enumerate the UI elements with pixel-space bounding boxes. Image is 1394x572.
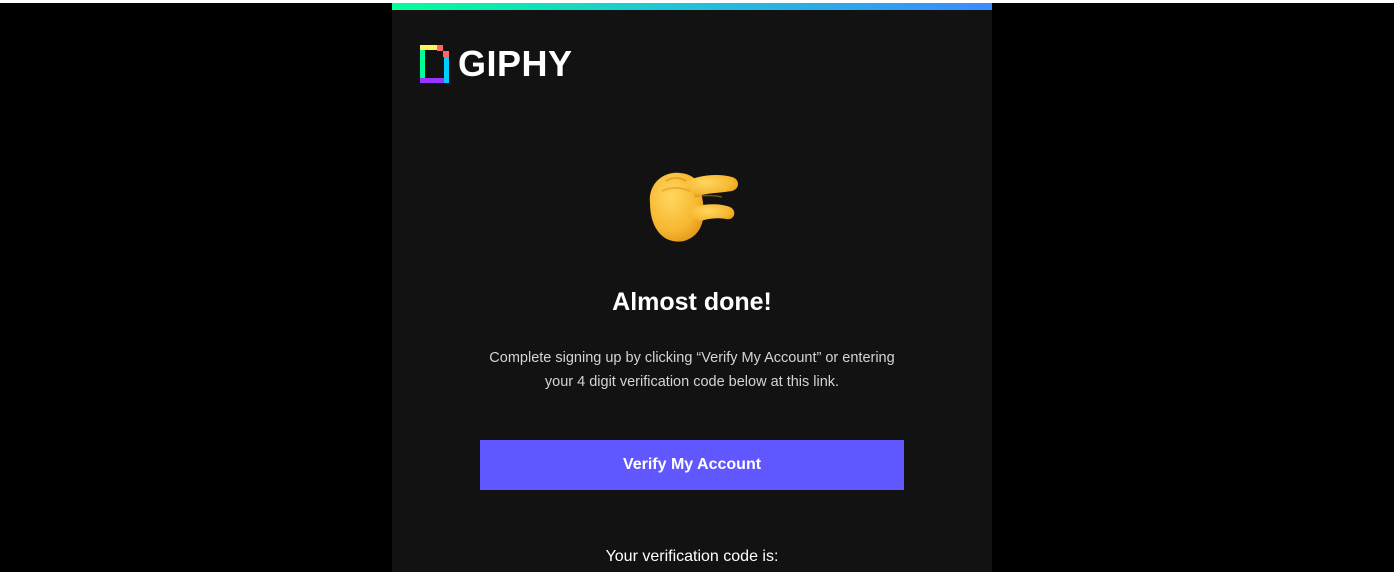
giphy-wordmark: GIPHY (458, 43, 573, 84)
gradient-accent-bar (392, 3, 992, 10)
email-card: GIPHY Almost done! Complete signing up b… (392, 3, 992, 572)
page-title: Almost done! (612, 288, 772, 316)
instructions-text: Complete signing up by clicking “Verify … (489, 350, 895, 390)
giphy-logo[interactable]: GIPHY (420, 45, 573, 83)
verification-code-label: Your verification code is: (605, 548, 779, 565)
giphy-logo-icon (420, 45, 449, 83)
verify-account-button[interactable]: Verify My Account (480, 440, 904, 490)
pinching-hand-icon (649, 172, 738, 242)
